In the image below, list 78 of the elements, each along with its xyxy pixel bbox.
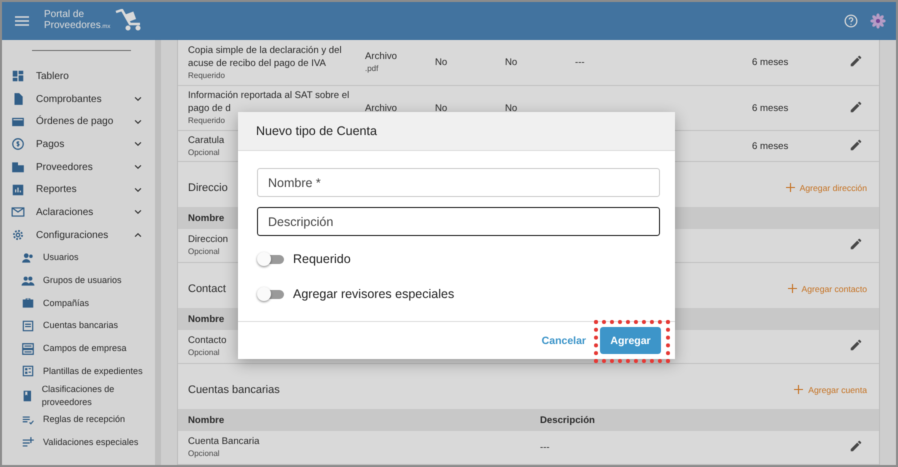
type-cell: Archivo [365,50,397,63]
toggle-label: Requerido [293,252,351,266]
table-cell: 6 meses [752,102,788,114]
input-field[interactable]: Descripción [257,207,660,236]
extension-label: .pdf [365,63,378,75]
sidebar-subitem[interactable]: Plantillas de expedientes [2,360,155,383]
dollar-coin-icon [11,137,25,152]
section-title: Cuentas bancarias [188,384,280,396]
toggle-switch[interactable] [257,287,284,301]
requirement-label: Opcional [188,347,220,359]
document-name: Copia simple de la declaración y del acuse de recibo del pago de IVA [188,44,343,70]
sidebar-item[interactable]: Configuraciones [2,224,155,246]
sidebar-item[interactable]: Pagos [2,133,155,156]
envelope-icon [11,205,25,220]
pencil-icon[interactable] [849,100,863,114]
sidebar-subitem[interactable]: Grupos de usuarios [2,269,155,292]
table-cell: --- [540,442,550,453]
users-icon [21,250,35,265]
dashboard-icon [11,69,25,84]
requirement-label: Opcional [188,448,220,460]
sidebar-item[interactable]: Reportes [2,178,155,202]
user-group-icon [21,274,35,288]
fields-icon [21,342,35,356]
sidebar-item[interactable]: Comprobantes [2,88,155,110]
sidebar-subitem[interactable]: Campos de empresa [2,337,155,360]
table-cell: 6 meses [752,57,788,68]
pencil-icon[interactable] [849,138,863,152]
table-cell: No [505,102,518,114]
dialog-title: Nuevo tipo de Cuenta [238,112,675,151]
table-cell: No [435,57,448,68]
requirement-label: Opcional [188,146,220,158]
help-icon[interactable] [844,14,858,28]
gear-icon [11,228,25,242]
sidebar-item[interactable]: Aclaraciones [2,201,155,224]
list-icon [21,318,35,333]
pencil-icon[interactable] [849,439,863,453]
bar-chart-icon [11,182,25,197]
table-cell: --- [575,57,585,68]
menu-icon [15,16,29,26]
book-icon [21,388,34,403]
sidebar-subitem[interactable]: Clasificaciones de proveedores [2,382,155,409]
row-name: Direccion [188,233,228,246]
type-cell: Archivo [365,102,397,114]
pencil-icon[interactable] [849,237,863,251]
requirement-label: Requerido [188,70,225,82]
toggle-switch[interactable] [257,252,284,266]
sidebar-subitem[interactable]: Validaciones especiales [2,431,155,454]
plus-icon [788,284,797,293]
sidebar-subitem[interactable]: Usuarios [2,246,155,270]
sidebar-subitem[interactable]: Reglas de recepción [2,408,155,432]
plus-icon [786,183,795,192]
sidebar-item[interactable]: Órdenes de pago [2,110,155,134]
column-header: Nombre [188,312,224,326]
document-name: Caratula [188,134,224,146]
section-title: Direccio [188,182,228,194]
requirement-label: Requerido [188,115,225,127]
plus-icon [794,385,804,394]
pencil-icon[interactable] [849,338,863,352]
section-title: Contact [188,282,226,294]
row-name: Contacto [188,334,226,347]
briefcase-icon [21,296,35,310]
row-name: Cuenta Bancaria [188,435,260,448]
document-name: Información reportada al SAT sobre el pago de d [188,89,350,115]
sidebar-item[interactable]: Tablero [2,65,155,88]
sidebar-item[interactable]: Proveedores [2,156,155,178]
sidebar-subitem[interactable]: Cuentas bancarias [2,314,155,338]
requirement-label: Opcional [188,246,220,258]
pencil-icon[interactable] [849,54,863,68]
template-icon [21,364,35,378]
table-cell: No [435,102,448,114]
sidebar-subitem[interactable]: Compañías [2,292,155,315]
toggle-label: Agregar revisores especiales [293,287,454,301]
flower-logo-icon[interactable] [870,13,886,29]
table-cell: 6 meses [752,140,788,152]
column-header: Descripción [540,414,595,426]
column-header: Nombre [188,414,224,426]
column-header: Nombre [188,212,224,224]
table-cell: No [505,57,518,68]
